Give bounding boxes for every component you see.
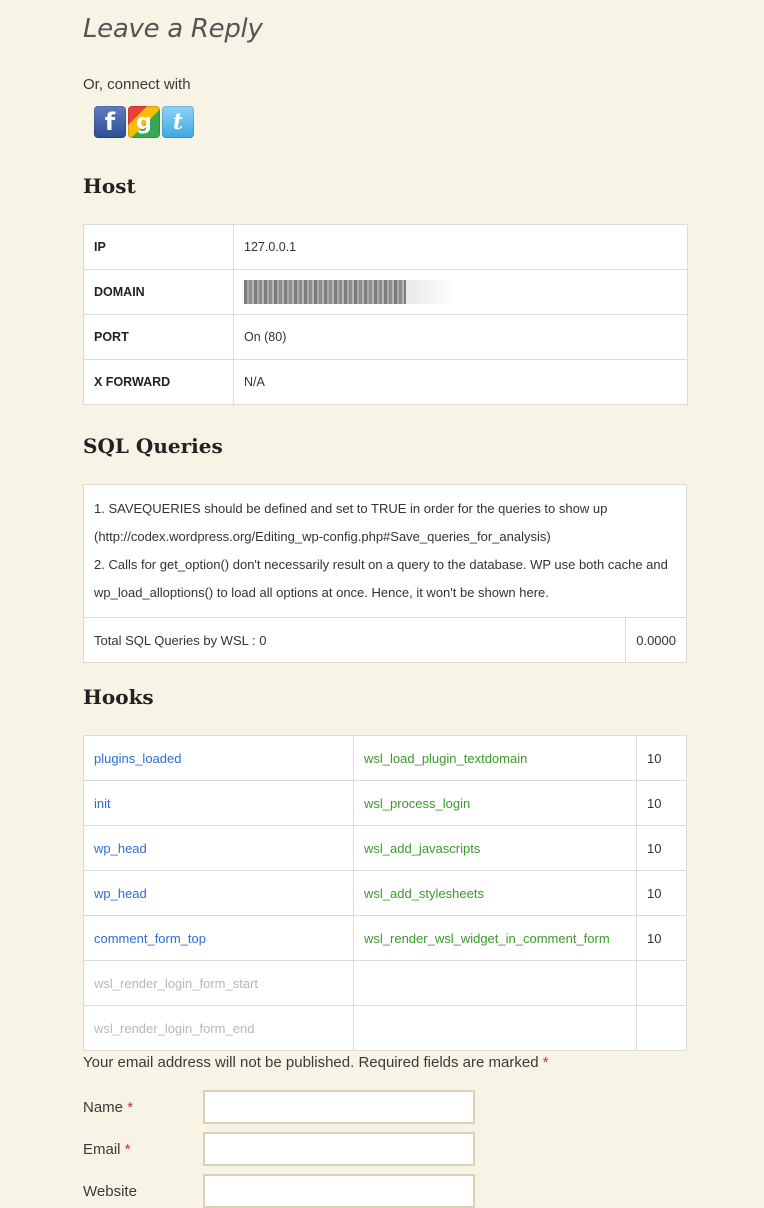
sql-note-link: (http://codex.wordpress.org/Editing_wp-c…: [94, 529, 551, 544]
table-row: Total SQL Queries by WSL : 0 0.0000: [83, 617, 687, 663]
host-heading: Host: [83, 174, 136, 198]
hook-name-link[interactable]: wp_head: [83, 825, 354, 871]
email-field-row: Email *: [83, 1132, 475, 1166]
hook-name-link[interactable]: comment_form_top: [83, 915, 354, 961]
email-input[interactable]: [203, 1132, 475, 1166]
twitter-icon: t: [172, 109, 184, 135]
facebook-icon: f: [104, 108, 116, 136]
hook-priority: 10: [636, 825, 687, 871]
host-value: 127.0.0.1: [233, 224, 688, 270]
hook-priority: 10: [636, 870, 687, 916]
hook-name-link[interactable]: init: [83, 780, 354, 826]
hooks-table: plugins_loaded wsl_load_plugin_textdomai…: [83, 735, 687, 1051]
website-input[interactable]: [203, 1174, 475, 1208]
table-row: init wsl_process_login 10: [83, 780, 687, 826]
hook-function-link[interactable]: wsl_process_login: [353, 780, 637, 826]
sql-note: 2. Calls for get_option() don't necessar…: [94, 557, 668, 572]
table-row: comment_form_top wsl_render_wsl_widget_i…: [83, 915, 687, 961]
email-label-text: Email: [83, 1140, 121, 1158]
twitter-login-button[interactable]: t: [162, 106, 194, 138]
required-asterisk: *: [124, 1140, 131, 1158]
name-input[interactable]: [203, 1090, 475, 1124]
table-row: PORT On (80): [83, 314, 688, 360]
website-label: Website: [83, 1183, 203, 1200]
hook-function-link[interactable]: wsl_render_wsl_widget_in_comment_form: [353, 915, 637, 961]
table-row: wp_head wsl_add_stylesheets 10: [83, 870, 687, 916]
host-key: IP: [83, 224, 234, 270]
hook-name-link[interactable]: plugins_loaded: [83, 735, 354, 781]
google-icon: g: [136, 109, 152, 135]
host-key: PORT: [83, 314, 234, 360]
hooks-heading: Hooks: [83, 685, 154, 709]
table-row: wsl_render_login_form_start: [83, 960, 687, 1006]
hook-name-inactive: wsl_render_login_form_start: [83, 960, 354, 1006]
website-field-row: Website: [83, 1174, 475, 1208]
redacted-domain: [244, 280, 406, 304]
hook-function-empty: [353, 960, 637, 1006]
social-login-buttons: f g t: [94, 106, 194, 138]
host-key: DOMAIN: [83, 269, 234, 315]
name-field-row: Name *: [83, 1090, 475, 1124]
reply-title: Leave a Reply: [83, 14, 263, 44]
sql-note: 1. SAVEQUERIES should be defined and set…: [94, 501, 608, 516]
sql-note: wp_load_alloptions() to load all options…: [94, 585, 549, 600]
email-privacy-note: Your email address will not be published…: [83, 1054, 549, 1071]
google-login-button[interactable]: g: [128, 106, 160, 138]
sql-total-label: Total SQL Queries by WSL : 0: [83, 617, 626, 663]
name-label: Name *: [83, 1099, 203, 1116]
sql-total-time: 0.0000: [625, 617, 687, 663]
hook-function-link[interactable]: wsl_load_plugin_textdomain: [353, 735, 637, 781]
hook-function-link[interactable]: wsl_add_stylesheets: [353, 870, 637, 916]
redaction-fade: [406, 280, 456, 304]
hook-priority: 10: [636, 915, 687, 961]
facebook-login-button[interactable]: f: [94, 106, 126, 138]
hook-priority: 10: [636, 780, 687, 826]
sql-notes: 1. SAVEQUERIES should be defined and set…: [83, 484, 687, 618]
table-row: wsl_render_login_form_end: [83, 1005, 687, 1051]
table-row: IP 127.0.0.1: [83, 224, 688, 270]
host-table: IP 127.0.0.1 DOMAIN PORT On (80) X FORWA…: [83, 224, 688, 405]
sql-queries-heading: SQL Queries: [83, 434, 223, 458]
host-value-redacted: [233, 269, 688, 315]
table-row: DOMAIN: [83, 269, 688, 315]
table-row: plugins_loaded wsl_load_plugin_textdomai…: [83, 735, 687, 781]
hook-name-link[interactable]: wp_head: [83, 870, 354, 916]
name-label-text: Name: [83, 1098, 124, 1116]
table-row: wp_head wsl_add_javascripts 10: [83, 825, 687, 871]
email-note-text: Your email address will not be published…: [83, 1054, 539, 1071]
website-label-text: Website: [83, 1182, 137, 1200]
hook-name-inactive: wsl_render_login_form_end: [83, 1005, 354, 1051]
table-row: X FORWARD N/A: [83, 359, 688, 405]
hook-function-empty: [353, 1005, 637, 1051]
required-asterisk: *: [127, 1098, 134, 1116]
sql-queries-table: 1. SAVEQUERIES should be defined and set…: [83, 484, 687, 663]
host-key: X FORWARD: [83, 359, 234, 405]
connect-with-label: Or, connect with: [83, 76, 191, 93]
hook-priority: 10: [636, 735, 687, 781]
host-value: On (80): [233, 314, 688, 360]
table-row: 1. SAVEQUERIES should be defined and set…: [83, 484, 687, 618]
host-value: N/A: [233, 359, 688, 405]
required-asterisk: *: [542, 1054, 549, 1071]
hook-priority-empty: [636, 1005, 687, 1051]
hook-function-link[interactable]: wsl_add_javascripts: [353, 825, 637, 871]
hook-priority-empty: [636, 960, 687, 1006]
email-label: Email *: [83, 1141, 203, 1158]
